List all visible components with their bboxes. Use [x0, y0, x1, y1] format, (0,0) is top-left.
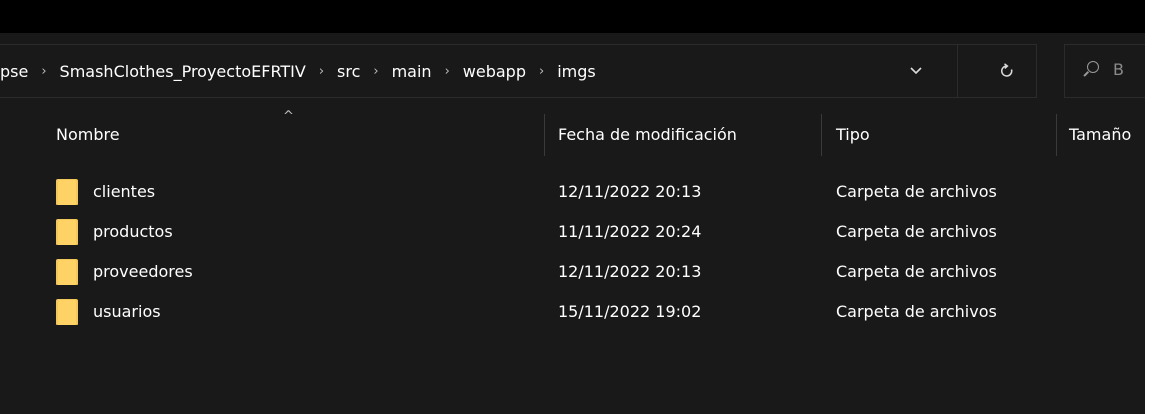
breadcrumb-separator-icon[interactable]: › [528, 64, 555, 79]
column-header-size[interactable]: Tamaño [1069, 110, 1131, 160]
chevron-down-icon [910, 67, 922, 75]
column-header-name[interactable]: Nombre [56, 110, 120, 160]
sort-ascending-icon: ^ [283, 109, 294, 124]
file-type: Carpeta de archivos [836, 182, 997, 201]
address-bar[interactable]: pse › SmashClothes_ProyectoEFRTIV › src … [0, 44, 1037, 98]
breadcrumb-separator-icon[interactable]: › [362, 64, 389, 79]
column-divider[interactable] [821, 114, 822, 156]
file-row-productos[interactable]: productos 11/11/2022 20:24 Carpeta de ar… [0, 212, 1145, 252]
breadcrumb-separator-icon[interactable]: › [434, 64, 461, 79]
folder-icon [56, 259, 80, 285]
file-date: 12/11/2022 20:13 [558, 262, 702, 281]
breadcrumb-item-imgs[interactable]: imgs [555, 62, 598, 81]
refresh-button[interactable] [992, 45, 1022, 97]
file-date: 12/11/2022 20:13 [558, 182, 702, 201]
file-date: 15/11/2022 19:02 [558, 302, 702, 321]
column-header-type[interactable]: Tipo [836, 110, 870, 160]
file-name: usuarios [93, 302, 161, 321]
breadcrumb-item-project[interactable]: SmashClothes_ProyectoEFRTIV [58, 62, 308, 81]
file-row-proveedores[interactable]: proveedores 12/11/2022 20:13 Carpeta de … [0, 252, 1145, 292]
file-type: Carpeta de archivos [836, 302, 997, 321]
file-name: proveedores [93, 262, 193, 281]
folder-icon [56, 179, 80, 205]
file-row-clientes[interactable]: clientes 12/11/2022 20:13 Carpeta de arc… [0, 172, 1145, 212]
search-box[interactable]: B [1064, 44, 1145, 98]
refresh-icon [1001, 63, 1013, 77]
address-history-dropdown-button[interactable] [890, 45, 942, 97]
file-name: productos [93, 222, 173, 241]
file-date: 11/11/2022 20:24 [558, 222, 702, 241]
breadcrumb-separator-icon[interactable]: › [308, 64, 335, 79]
breadcrumb-separator-icon[interactable]: › [30, 64, 57, 79]
file-explorer-window: pse › SmashClothes_ProyectoEFRTIV › src … [0, 0, 1145, 414]
column-header-date[interactable]: Fecha de modificación [558, 110, 737, 160]
search-icon [1087, 61, 1099, 73]
breadcrumb-item-src[interactable]: src [335, 62, 362, 81]
search-placeholder: B [1113, 60, 1124, 79]
file-name: clientes [93, 182, 156, 201]
column-divider[interactable] [544, 114, 545, 156]
address-bar-divider [957, 45, 958, 97]
breadcrumb-item-webapp[interactable]: webapp [461, 62, 528, 81]
title-strip [0, 0, 1145, 33]
file-type: Carpeta de archivos [836, 222, 997, 241]
breadcrumb-item-main[interactable]: main [390, 62, 434, 81]
file-type: Carpeta de archivos [836, 262, 997, 281]
folder-icon [56, 219, 80, 245]
file-row-usuarios[interactable]: usuarios 15/11/2022 19:02 Carpeta de arc… [0, 292, 1145, 332]
breadcrumb: pse › SmashClothes_ProyectoEFRTIV › src … [0, 45, 598, 97]
column-headers: ^ Nombre Fecha de modificación Tipo Tama… [0, 110, 1145, 160]
folder-icon [56, 299, 80, 325]
breadcrumb-item-pse[interactable]: pse [0, 62, 30, 81]
column-divider[interactable] [1056, 114, 1057, 156]
